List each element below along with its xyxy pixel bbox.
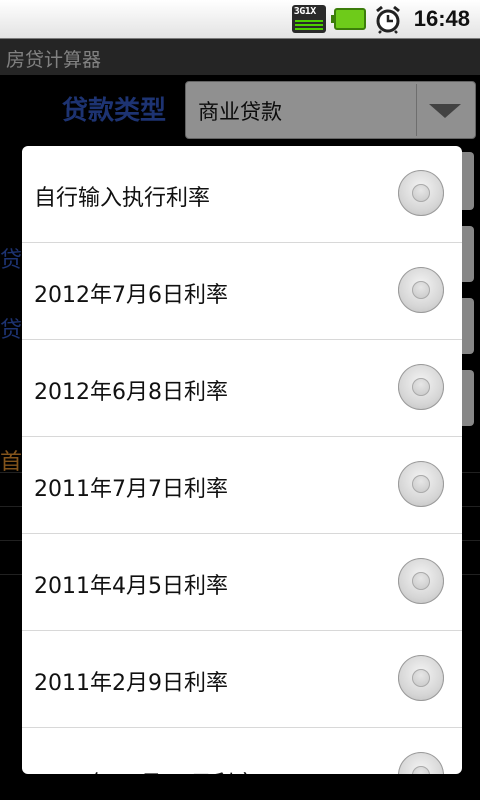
- status-bar: 3G1X 16:48: [0, 0, 480, 39]
- radio-button[interactable]: [398, 461, 444, 507]
- network-3g-icon: 3G1X: [291, 5, 326, 33]
- rate-option-label: 2011年7月7日利率: [34, 477, 228, 502]
- status-icons: 3G1X 16:48: [291, 2, 470, 36]
- rate-option-label: 自行输入执行利率: [34, 186, 211, 211]
- rate-option[interactable]: 2011年7月7日利率: [22, 437, 462, 534]
- rate-option-label: 2011年4月5日利率: [34, 574, 228, 599]
- rate-option-label: 2012年7月6日利率: [34, 283, 228, 308]
- rate-select-dialog: 自行输入执行利率 2012年7月6日利率 2012年6月8日利率 2011年7月…: [22, 146, 462, 774]
- alarm-clock-icon: [374, 4, 402, 34]
- radio-button[interactable]: [398, 267, 444, 313]
- rate-option-label: 2012年6月8日利率: [34, 380, 228, 405]
- rate-option[interactable]: 2010年12月26日利率: [22, 728, 462, 774]
- rate-option-label: 2011年2月9日利率: [34, 671, 228, 696]
- rate-option[interactable]: 2012年6月8日利率: [22, 340, 462, 437]
- battery-icon: [330, 8, 366, 30]
- radio-button[interactable]: [398, 170, 444, 216]
- radio-button[interactable]: [398, 752, 444, 774]
- status-time: 16:48: [413, 6, 470, 31]
- radio-button[interactable]: [398, 655, 444, 701]
- radio-button[interactable]: [398, 558, 444, 604]
- radio-button[interactable]: [398, 364, 444, 410]
- rate-option[interactable]: 2011年4月5日利率: [22, 534, 462, 631]
- rate-option-label: 2010年12月26日利率: [34, 766, 256, 774]
- rate-option[interactable]: 2011年2月9日利率: [22, 631, 462, 728]
- rate-option[interactable]: 自行输入执行利率: [22, 146, 462, 243]
- network-label: 3G1X: [293, 6, 317, 17]
- rate-option[interactable]: 2012年7月6日利率: [22, 243, 462, 340]
